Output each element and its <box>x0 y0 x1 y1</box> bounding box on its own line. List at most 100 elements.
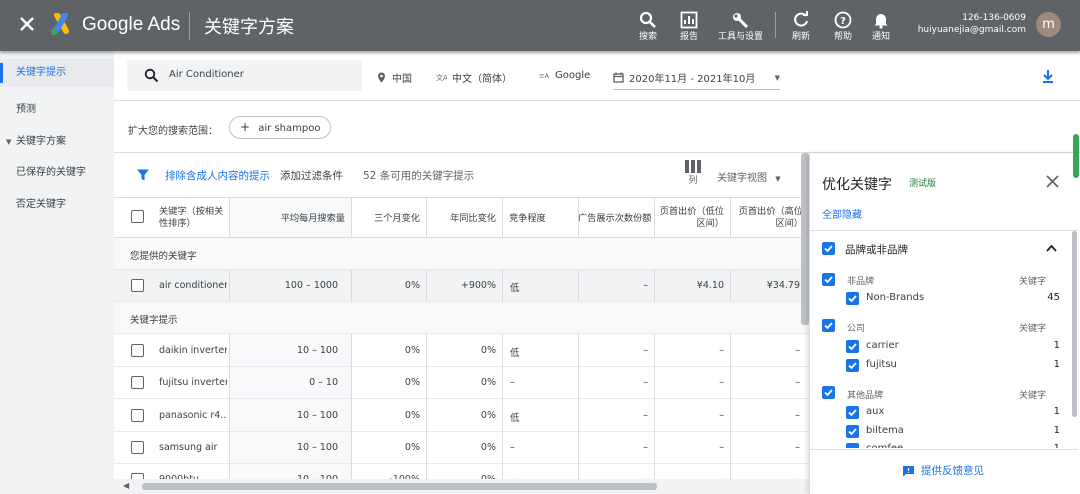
hide-all-link[interactable]: 全部隐藏 <box>822 206 862 221</box>
language-value: 中文（简体） <box>452 74 512 85</box>
filter-icon[interactable] <box>136 168 150 182</box>
item-checkbox[interactable] <box>846 443 859 448</box>
nav-item-keyword-plans[interactable]: ▼ 关键字方案 <box>0 128 114 156</box>
item-count: 45 <box>1047 292 1060 303</box>
high-bid-cell: ¥34.79 <box>766 280 800 291</box>
download-icon[interactable] <box>1040 68 1056 84</box>
item-checkbox[interactable] <box>846 340 859 353</box>
header-tools-divider <box>775 12 776 38</box>
refresh-button[interactable]: 刷新 <box>779 9 823 49</box>
yoy-cell: 0% <box>480 377 496 388</box>
location-selector[interactable]: 中国 <box>376 70 412 85</box>
item-label: comfee <box>866 443 903 448</box>
group-col-label: 关键字 <box>1019 391 1047 401</box>
grid-line <box>426 198 427 238</box>
table-header-row <box>114 198 809 238</box>
table-row[interactable]: samsung air 10 – 100 0% 0% – – – – <box>114 432 809 464</box>
nav-item-forecast[interactable]: 预测 <box>0 96 114 124</box>
three-month-cell: 0% <box>404 280 420 291</box>
competition-cell: – <box>510 442 515 453</box>
broaden-chip[interactable]: + air shampoo <box>229 116 332 139</box>
grid-line <box>654 198 655 238</box>
share-cell: – <box>643 280 648 291</box>
keyword-view-selector[interactable]: 关键字视图 ▼ <box>717 169 781 184</box>
high-bid-cell: – <box>795 345 800 356</box>
group-checkbox[interactable] <box>822 273 835 286</box>
chevron-up-icon[interactable] <box>1046 244 1057 252</box>
avatar[interactable]: m <box>1036 12 1061 37</box>
item-checkbox[interactable] <box>846 406 859 419</box>
section-title[interactable]: 品牌或非品牌 <box>845 242 908 257</box>
scroll-left-icon[interactable]: ◀ <box>123 481 129 490</box>
section-checkbox[interactable] <box>822 242 835 255</box>
horizontal-scroll-thumb[interactable] <box>142 483 657 490</box>
date-range-value: 2020年11月 - 2021年10月 <box>629 74 756 85</box>
checkmark-icon <box>848 428 857 436</box>
keyword-cell: daikin inverter <box>159 345 227 356</box>
row-checkbox[interactable] <box>131 376 144 389</box>
language-selector[interactable]: 文A 中文（简体） <box>436 70 512 85</box>
item-label: aux <box>866 406 885 417</box>
wrench-icon <box>733 13 749 29</box>
grid-line <box>351 334 352 494</box>
item-label: Non-Brands <box>866 292 925 303</box>
grid-line <box>654 334 655 494</box>
notifications-label: 通知 <box>871 32 890 42</box>
low-bid-cell: ¥4.10 <box>696 280 724 291</box>
search-input[interactable]: Air Conditioner <box>127 60 362 91</box>
row-checkbox[interactable] <box>131 344 144 357</box>
keyword-cell: air conditioner <box>159 280 227 291</box>
panel-scroll-thumb[interactable] <box>1072 231 1077 417</box>
group-checkbox[interactable] <box>822 386 835 399</box>
group-row-ideas: 关键字提示 <box>114 302 809 334</box>
table-row[interactable]: panasonic r4... 10 – 100 0% 0% 低 – – – <box>114 399 809 432</box>
plus-icon: + <box>240 120 251 134</box>
account-info[interactable]: 126-136-0609 huiyuanejia@gmail.com <box>918 12 1026 36</box>
row-checkbox[interactable] <box>131 279 144 292</box>
group-name: 非品牌 <box>847 277 875 287</box>
nav-item-keyword-ideas[interactable]: 关键字提示 <box>0 59 114 87</box>
refine-title: 优化关键字 <box>822 177 892 193</box>
yoy-cell: 0% <box>480 345 496 356</box>
network-icon: ≡A <box>539 72 549 80</box>
refine-keywords-panel: 优化关键字 测试版 全部隐藏 品牌或非品牌 非品牌 关键字 Non-Brands… <box>809 153 1080 494</box>
top-header: Google Ads 关键字方案 搜索 报告 工具与设置 刷新 ? 帮助 通知 <box>0 0 1080 51</box>
table-row[interactable]: air conditioner 100 – 1000 0% +900% 低 – … <box>114 270 809 302</box>
item-count: 1 <box>1053 406 1060 417</box>
exclude-adult-filter[interactable]: 排除含成人内容的提示 <box>165 168 270 183</box>
nav-item-saved-keywords[interactable]: 已保存的关键字 <box>0 159 114 187</box>
yoy-cell: +900% <box>460 280 496 291</box>
search-tool-button[interactable]: 搜索 <box>626 9 670 49</box>
table-row[interactable]: daikin inverter 10 – 100 0% 0% 低 – – – <box>114 334 809 367</box>
search-settings-bar: Air Conditioner 中国 文A 中文（简体） ≡A Google 2… <box>114 51 1080 101</box>
scroll-indicator[interactable] <box>1073 134 1079 178</box>
notifications-button[interactable]: 通知 <box>859 9 903 49</box>
item-count: 1 <box>1053 359 1060 370</box>
close-icon[interactable] <box>1046 175 1059 188</box>
location-value: 中国 <box>392 74 412 85</box>
feedback-button[interactable]: 提供反馈意见 <box>902 463 984 478</box>
svg-text:文A: 文A <box>436 73 447 82</box>
account-id: 126-136-0609 <box>962 13 1026 23</box>
svg-text:≡A: ≡A <box>539 72 549 80</box>
nav-item-negative-keywords[interactable]: 否定关键字 <box>0 191 114 219</box>
item-checkbox[interactable] <box>846 292 859 305</box>
add-filter-button[interactable]: 添加过滤条件 <box>280 168 343 183</box>
close-icon[interactable] <box>17 14 37 34</box>
report-tool-button[interactable]: 报告 <box>667 9 711 49</box>
horizontal-scrollbar[interactable]: ◀ <box>114 479 809 494</box>
network-selector[interactable]: ≡A Google <box>539 70 590 81</box>
table-vertical-scroll-thumb[interactable] <box>801 153 809 325</box>
group-checkbox[interactable] <box>822 319 835 332</box>
row-checkbox[interactable] <box>131 409 144 422</box>
columns-icon <box>685 160 701 173</box>
item-checkbox[interactable] <box>846 425 859 438</box>
tools-settings-button[interactable]: 工具与设置 <box>718 9 763 49</box>
group-label-provided: 您提供的关键字 <box>130 251 197 262</box>
page-title: 关键字方案 <box>204 17 294 38</box>
item-checkbox[interactable] <box>846 359 859 372</box>
row-checkbox[interactable] <box>131 441 144 454</box>
columns-button[interactable]: 列 <box>682 160 704 186</box>
date-range-selector[interactable]: 2020年11月 - 2021年10月 ▼ <box>613 70 780 90</box>
table-row[interactable]: fujitsu inverter 0 – 10 0% 0% – – – – <box>114 367 809 399</box>
